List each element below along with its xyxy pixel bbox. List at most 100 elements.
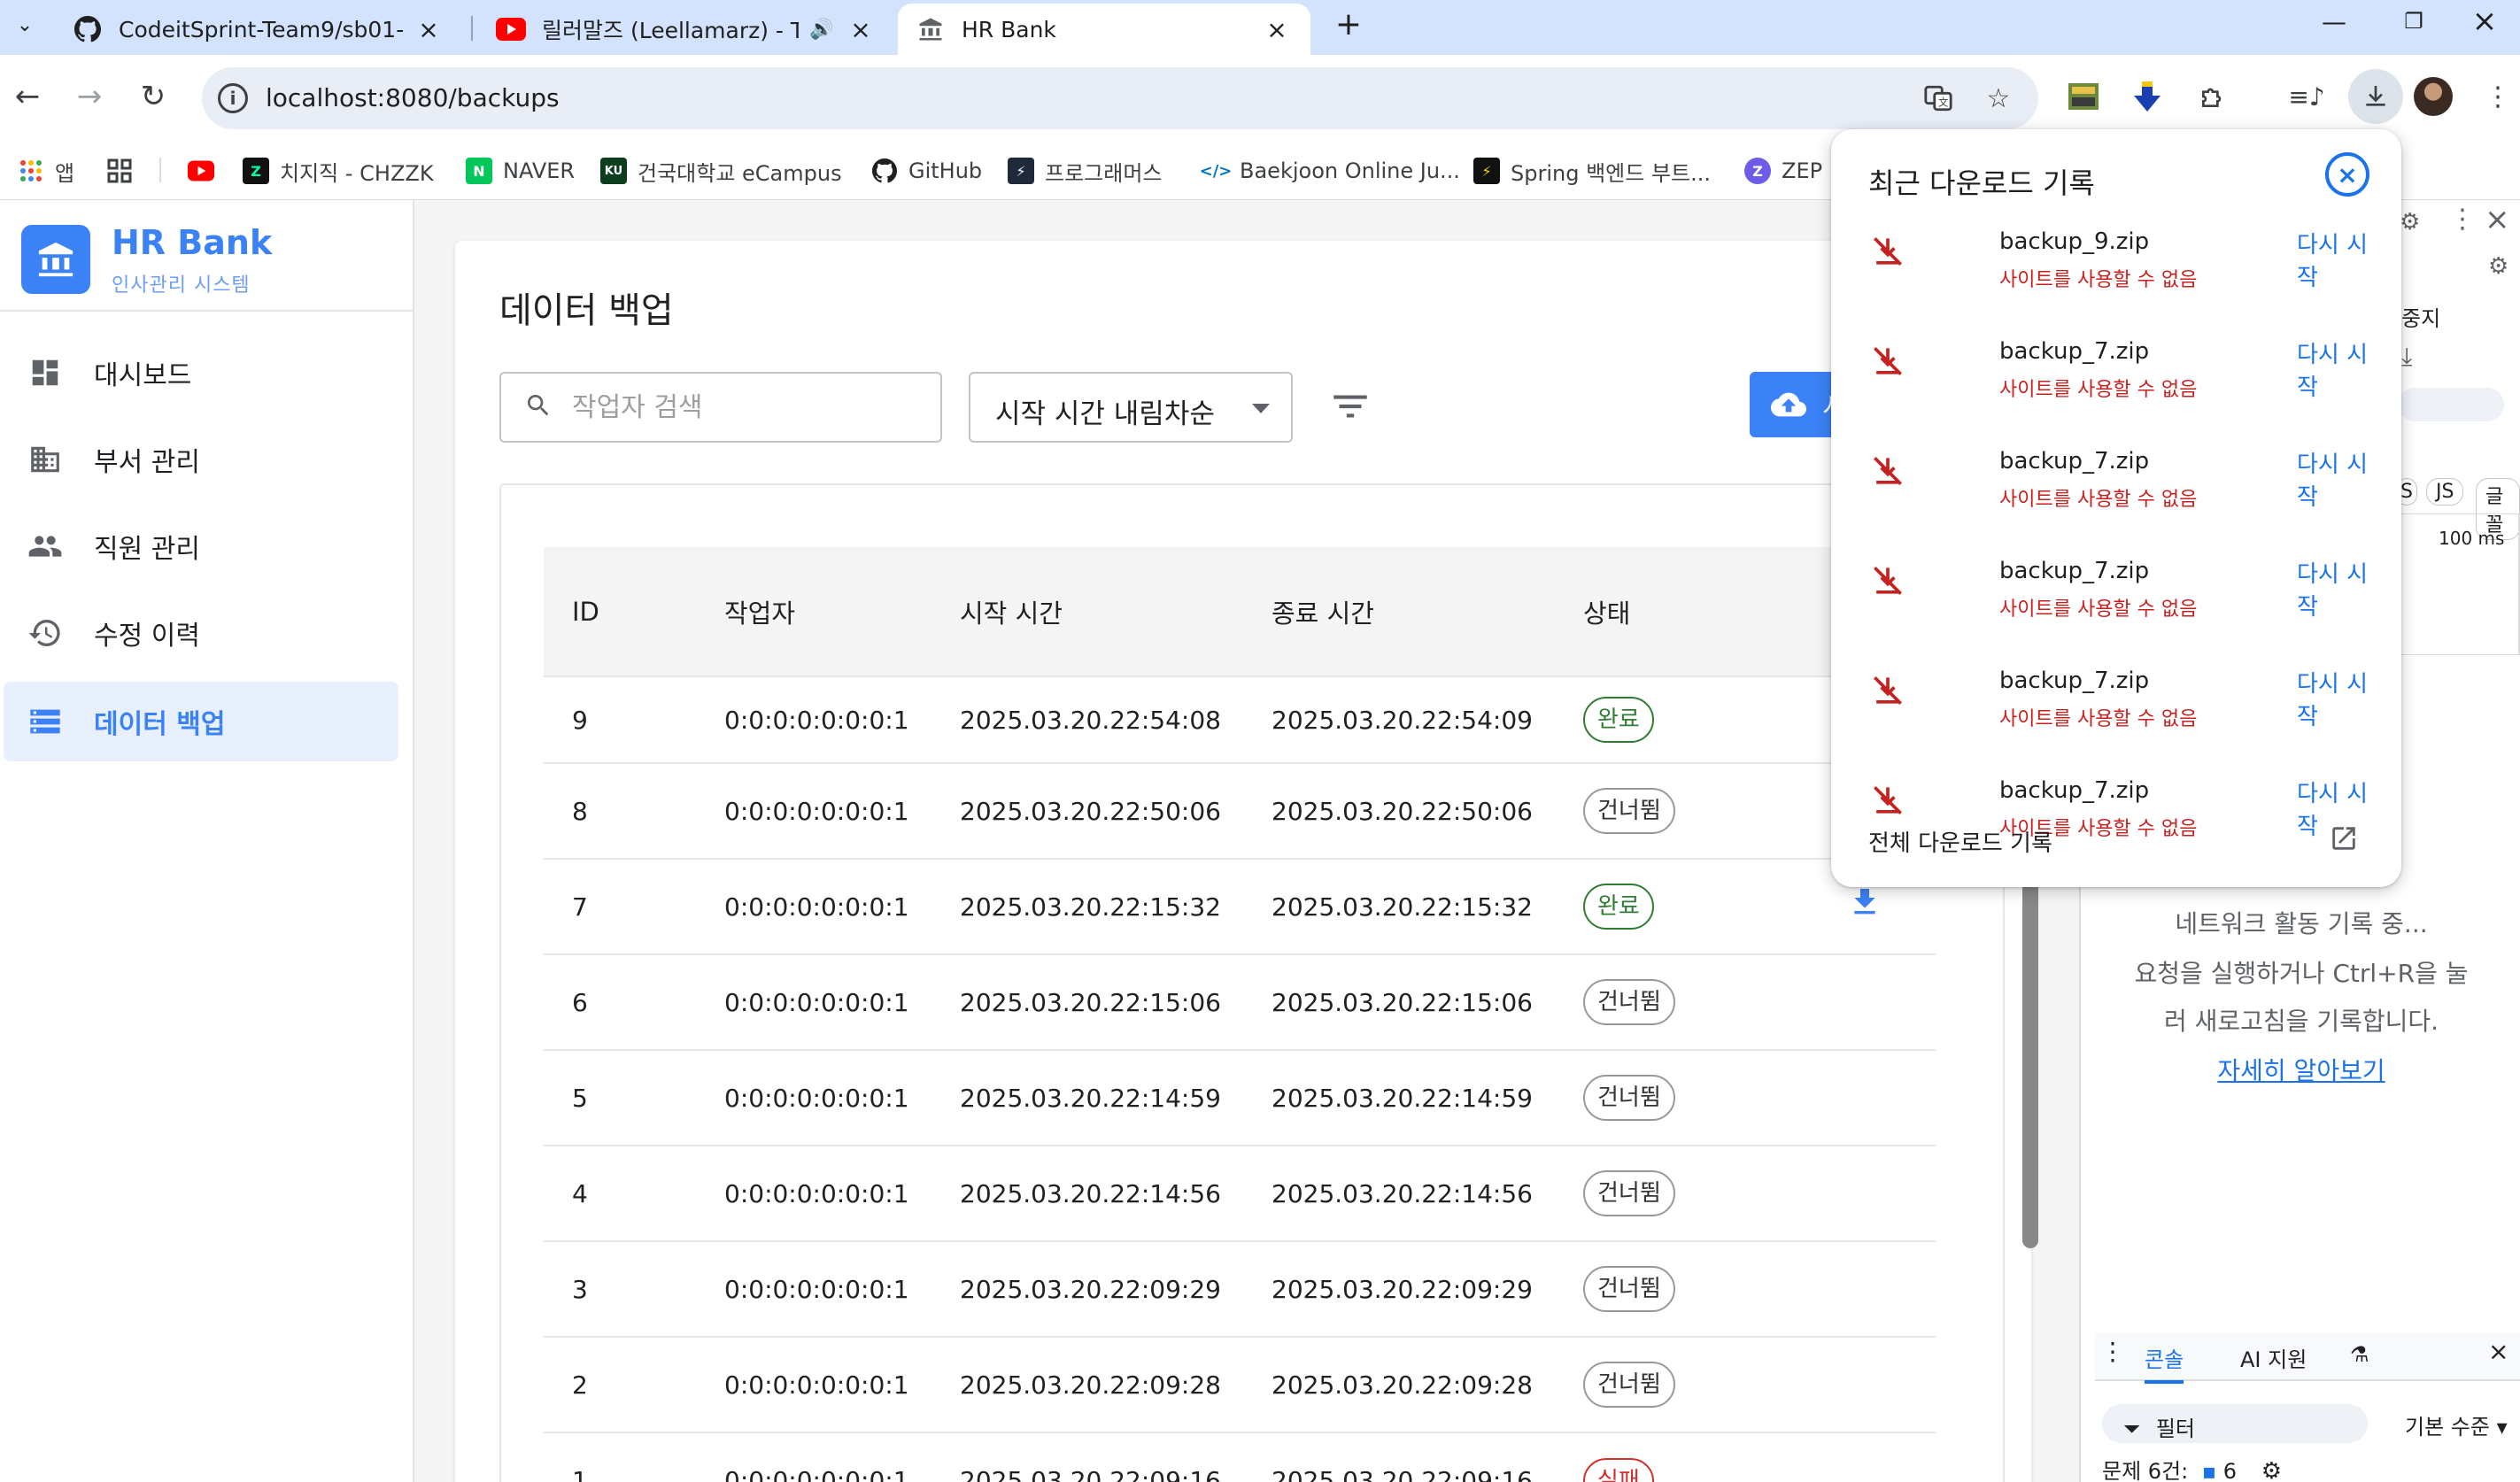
log-level-select[interactable]: 기본 수준 ▾ [2405,1409,2508,1440]
github-icon [73,14,103,44]
speaker-icon[interactable]: 🔊 [806,13,838,45]
restore-icon[interactable]: ❐ [2378,0,2449,42]
close-icon[interactable]: × [2325,152,2369,197]
download-item[interactable]: backup_9.zip 사이트를 사용할 수 없음 다시 시작 [1868,221,2373,301]
extension-download-arrow-icon[interactable] [2125,74,2169,119]
header-id[interactable]: ID [544,547,696,676]
retry-download-button[interactable]: 다시 시작 [2297,666,2373,731]
sidebar-item-departments[interactable]: 부서 관리 [4,420,398,499]
tab-ai-assistance[interactable]: AI 지원 [2240,1342,2307,1373]
bookmark-programmers[interactable]: ⚡ 프로그래머스 [1008,149,1162,193]
status-badge: 건너뜀 [1583,1266,1675,1312]
tab-github[interactable]: CodeitSprint-Team9/sb01-hrbank × [55,4,462,55]
bank-logo-icon [21,225,90,294]
bookmark-baekjoon[interactable]: </> Baekjoon Online Ju... [1200,149,1460,193]
bookmark-youtube[interactable] [188,149,225,193]
translate-icon[interactable]: 文 [1920,80,1957,117]
bookmark-ku-ecampus[interactable]: KU 건국대학교 eCampus [600,149,842,193]
retry-download-button[interactable]: 다시 시작 [2297,336,2373,402]
window-close-icon[interactable]: × [2449,0,2520,42]
bookmark-spring[interactable]: ⚡ Spring 백엔드 부트... [1473,149,1711,193]
download-item[interactable]: backup_7.zip 사이트를 사용할 수 없음 다시 시작 [1868,441,2373,521]
sidebar-item-history[interactable]: 수정 이력 [4,593,398,673]
bookmark-star-icon[interactable]: ☆ [1980,80,2017,117]
sidebar-item-label: 직원 관리 [94,534,200,565]
media-queue-icon[interactable]: ≡♪ [2284,74,2329,119]
brand[interactable]: HR Bank 인사관리 시스템 [21,223,393,303]
download-status: 사이트를 사용할 수 없음 [1999,708,2198,730]
close-tab-icon[interactable]: × [1261,13,1293,45]
issues-counter[interactable]: 문제 6건: ▪ 6 ⚙ [2102,1454,2282,1482]
reload-icon[interactable]: ↻ [131,74,175,119]
sidebar-item-label: 대시보드 [94,360,192,391]
retry-download-button[interactable]: 다시 시작 [2297,556,2373,621]
network-filter-input[interactable] [2398,388,2504,421]
bookmark-zep[interactable]: Z ZEP [1744,149,1822,193]
downloads-icon[interactable] [2348,69,2403,124]
sidebar-item-dashboard[interactable]: 대시보드 [4,333,398,413]
header-worker[interactable]: 작업자 [696,547,931,676]
url-text[interactable]: localhost:8080/backups [266,83,560,112]
back-icon[interactable]: ← [5,74,50,119]
download-item[interactable]: backup_7.zip 사이트를 사용할 수 없음 다시 시작 [1868,660,2373,740]
close-tab-icon[interactable]: × [845,13,877,45]
console-filter-input[interactable]: ⏷ 필터 [2102,1404,2368,1443]
console-settings-icon[interactable]: ⚙ [2261,1458,2282,1482]
tab-hr-bank[interactable]: HR Bank × [898,4,1310,55]
download-item[interactable]: backup_7.zip 사이트를 사용할 수 없음 다시 시작 [1868,331,2373,411]
tab-console[interactable]: 콘솔 [2145,1342,2184,1384]
network-settings-icon[interactable]: ⚙ [2488,253,2508,280]
throttle-label[interactable]: 중지 [2401,301,2440,332]
sidebar-item-backup[interactable]: 데이터 백업 [4,682,398,761]
bookmark-label: 치지직 - CHZZK [280,160,434,186]
tab-youtube[interactable]: 릴러말즈 (Leellamarz) - Trip 🔊 × [478,4,894,55]
search-input[interactable] [572,390,926,425]
site-info-icon[interactable]: i [218,83,248,113]
extensions-puzzle-icon[interactable] [2191,74,2235,119]
filter-chip-js[interactable]: JS [2426,478,2464,506]
bookmark-github[interactable]: GitHub [871,149,982,193]
filter-icon[interactable] [1328,384,1372,428]
address-bar[interactable]: i localhost:8080/backups 文 ☆ [202,67,2038,129]
retry-download-button[interactable]: 다시 시작 [2297,227,2373,292]
main-scrollbar[interactable] [2022,832,2038,1248]
open-external-icon[interactable] [2329,823,2359,853]
devtools-close-icon[interactable]: × [2485,202,2510,237]
tab-search-chevron-icon[interactable]: ⌄ [7,7,43,42]
retry-download-button[interactable]: 다시 시작 [2297,446,2373,512]
bookmark-naver[interactable]: N NAVER [466,149,575,193]
all-downloads-link[interactable]: 전체 다운로드 기록 [1868,825,2052,858]
header-start-time[interactable]: 시작 시간 [931,547,1243,676]
ku-icon: KU [600,158,627,184]
profile-avatar[interactable] [2414,77,2453,116]
table-row: 4 0:0:0:0:0:0:0:1 2025.03.20.22:14:56 2025.… [544,1145,1936,1241]
bookmark-label: Baekjoon Online Ju... [1240,158,1460,183]
close-tab-icon[interactable]: × [413,13,444,45]
sidebar-item-employees[interactable]: 직원 관리 [4,506,398,586]
header-end-time[interactable]: 종료 시간 [1243,547,1555,676]
cell-download [1794,1336,1936,1432]
overview-timeline [2387,513,2520,655]
forward-icon[interactable]: → [67,74,112,119]
bookmark-grid[interactable] [106,149,143,193]
minimize-icon[interactable]: — [2299,0,2369,42]
header-status[interactable]: 상태 [1555,547,1794,676]
import-har-icon[interactable]: ⤓ [2401,342,2412,372]
new-tab-button[interactable]: + [1330,5,1367,42]
extension-image-icon[interactable] [2061,74,2106,119]
devtools-settings-icon[interactable]: ⚙ [2400,209,2420,235]
devtools-menu-icon[interactable]: ⋮ [2449,204,2476,235]
sort-select[interactable]: 시작 시간 내림차순 [969,372,1293,443]
download-icon[interactable] [1847,888,1882,929]
drawer-menu-icon[interactable]: ⋮ [2100,1337,2125,1366]
issues-count: 6 [2222,1459,2238,1482]
browser-menu-icon[interactable]: ⋮ [2476,74,2520,119]
learn-more-link[interactable]: 자세히 알아보기 [2217,1056,2385,1085]
drawer-close-icon[interactable]: × [2488,1337,2508,1366]
download-item[interactable]: backup_7.zip 사이트를 사용할 수 없음 다시 시작 [1868,551,2373,630]
table-row: 1 0:0:0:0:0:0:0:1 2025.03.20.22:09:16 2025.… [544,1432,1936,1482]
bookmark-chzzk[interactable]: Z 치지직 - CHZZK [243,149,434,193]
worker-search-field[interactable] [499,372,942,443]
bookmark-apps[interactable]: 앱 [18,149,74,193]
cell-end-time: 2025.03.20.22:09:28 [1243,1336,1555,1432]
